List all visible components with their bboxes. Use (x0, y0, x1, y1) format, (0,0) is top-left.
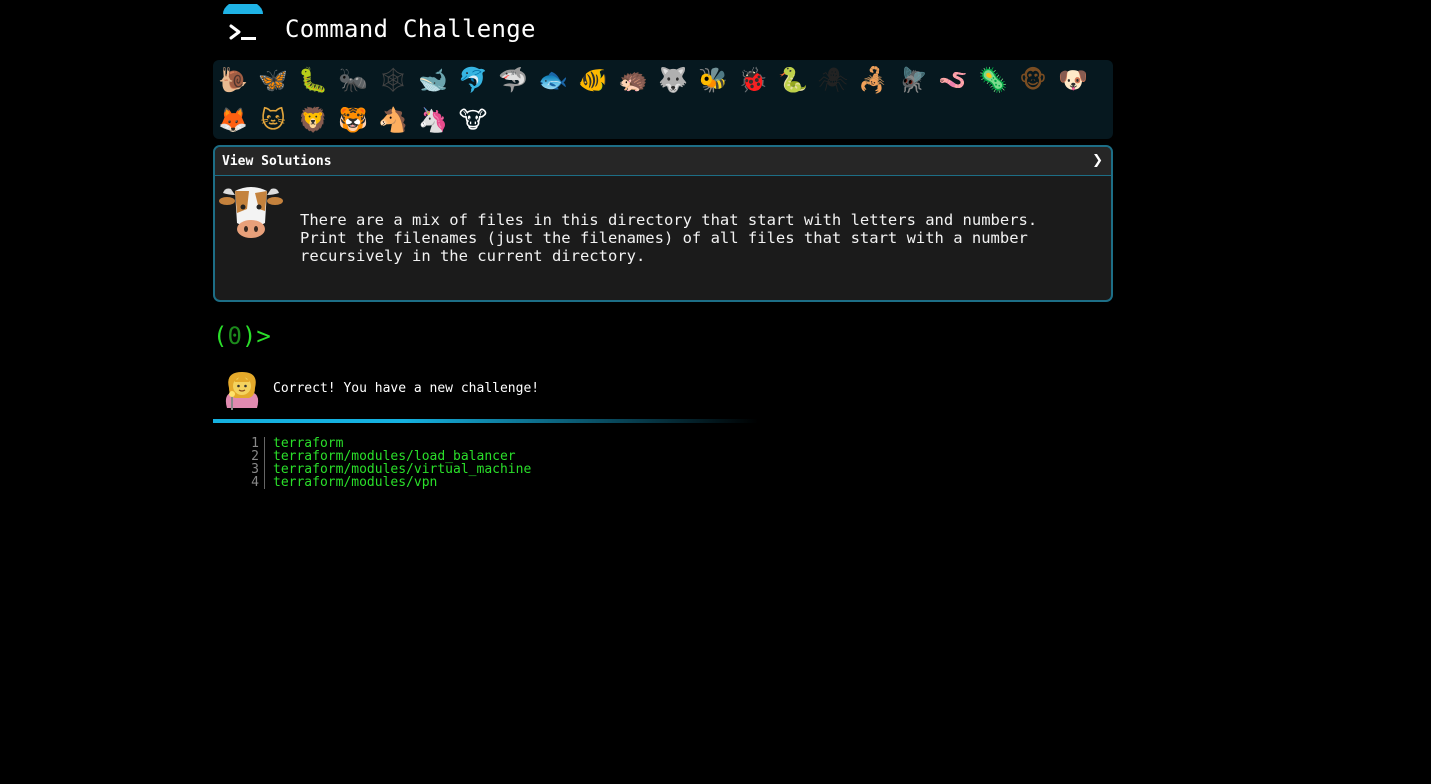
line-number: 4 (251, 475, 259, 490)
challenge-panel: View Solutions ❯ There are a mix of file… (213, 145, 1113, 302)
animal-whale-icon[interactable]: 🐋 (416, 63, 450, 97)
animal-snail-icon[interactable]: 🐌 (216, 63, 250, 97)
animal-fox-icon[interactable]: 🦊 (216, 103, 250, 137)
animal-tiger-icon[interactable]: 🐯 (336, 103, 370, 137)
view-solutions-label: View Solutions (222, 154, 332, 169)
animal-unicorn-icon[interactable]: 🦄 (416, 103, 450, 137)
prompt-count: 0 (227, 322, 242, 350)
view-solutions-toggle[interactable]: View Solutions ❯ (215, 147, 1111, 176)
animal-lion-icon[interactable]: 🦁 (296, 103, 330, 137)
line-separator (264, 476, 265, 489)
animal-worm-icon[interactable]: 🐍 (776, 63, 810, 97)
challenge-description: There are a mix of files in this directo… (300, 211, 1038, 265)
line-separator (264, 463, 265, 476)
animal-cow-icon[interactable]: 🐮 (456, 103, 490, 137)
line-separator (264, 450, 265, 463)
challenge-animal-bar: 🐌 🦋 🐛 🐜 🕸 🐋 🐬 🦈 🐟 🐠 🦔 🐺 🐝 🐞 🐍 🕷 🦂 🪰 🪱 🦠 🐵 🐶 🦊 🐱 🦁 🐯 🐴 🦄 🐮 (213, 60, 1113, 139)
animal-caterpillar-icon[interactable]: 🐛 (296, 63, 330, 97)
animal-shark-icon[interactable]: 🦈 (496, 63, 530, 97)
animal-bee-icon[interactable]: 🐝 (696, 63, 730, 97)
app-title: Command Challenge (285, 15, 536, 43)
animal-monkey-icon[interactable]: 🐵 (1016, 63, 1050, 97)
animal-horse-icon[interactable]: 🐴 (376, 103, 410, 137)
animal-spider-icon[interactable]: 🕷 (816, 63, 850, 97)
animal-cat-icon[interactable]: 🐱 (256, 103, 290, 137)
animal-dog-icon[interactable]: 🐶 (1056, 63, 1090, 97)
output-text: terraform/modules/vpn (273, 475, 438, 490)
result-message: Correct! You have a new challenge! (273, 381, 540, 396)
chevron-right-icon: ❯ (1092, 153, 1103, 168)
header: Command Challenge (213, 0, 1113, 56)
animal-dolphin-icon[interactable]: 🐬 (456, 63, 490, 97)
animal-ladybug-icon[interactable]: 🐞 (736, 63, 770, 97)
prompt-open: ( (213, 322, 228, 350)
animal-scorpion-icon[interactable]: 🦂 (856, 63, 890, 97)
page: Command Challenge 🐌 🦋 🐛 🐜 🕸 🐋 🐬 🦈 🐟 🐠 🦔 🐺 🐝 🐞 🐍 🕷 🦂 🪰 🪱 🦠 🐵 🐶… (213, 0, 1113, 489)
terminal-prompt-icon[interactable] (221, 4, 265, 48)
command-input[interactable] (273, 322, 877, 354)
fairy-icon (225, 372, 259, 410)
animal-ant-icon[interactable]: 🐜 (336, 63, 370, 97)
prompt-close: )> (241, 322, 271, 350)
animal-butterfly-icon[interactable]: 🦋 (256, 63, 290, 97)
animal-fish-icon[interactable]: 🐟 (536, 63, 570, 97)
animal-earthworm-icon[interactable]: 🪱 (936, 63, 970, 97)
line-separator (264, 437, 265, 450)
command-prompt: (0)> (213, 322, 271, 350)
animal-microbe-icon[interactable]: 🦠 (976, 63, 1010, 97)
animal-spider-web-icon[interactable]: 🕸 (376, 63, 410, 97)
animal-fly-icon[interactable]: 🪰 (896, 63, 930, 97)
divider (213, 419, 758, 423)
cow-icon (219, 187, 283, 238)
animal-tropical-fish-icon[interactable]: 🐠 (576, 63, 610, 97)
animal-wolf-icon[interactable]: 🐺 (656, 63, 690, 97)
animal-hedgehog-icon[interactable]: 🦔 (616, 63, 650, 97)
